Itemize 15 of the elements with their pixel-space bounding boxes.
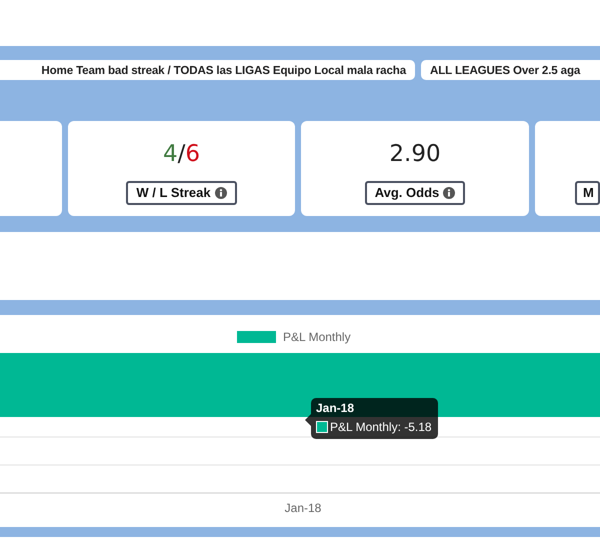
info-icon[interactable] — [443, 187, 456, 199]
info-icon[interactable] — [214, 187, 227, 199]
stat-label-button[interactable]: W / L Streak — [126, 181, 237, 205]
x-axis-label: Jan-18 — [284, 501, 322, 515]
legend-label: P&L Monthly — [283, 330, 351, 344]
filter-tab[interactable]: Home Team bad streak / TODAS las LIGAS Equipo Local mala racha — [0, 60, 415, 80]
stat-label-button[interactable]: M — [575, 181, 600, 205]
tooltip-text: P&L Monthly: -5.18 — [330, 419, 432, 435]
tooltip-swatch — [316, 421, 328, 433]
legend-swatch — [237, 331, 276, 343]
tooltip-title: Jan-18 — [316, 401, 356, 416]
streak-value: 4/6 — [162, 141, 200, 167]
filter-tab[interactable]: ALL LEAGUES Over 2.5 aga — [421, 60, 600, 80]
stat-value: 2.90 — [389, 141, 441, 167]
stat-label-button[interactable]: Avg. Odds — [364, 181, 466, 205]
